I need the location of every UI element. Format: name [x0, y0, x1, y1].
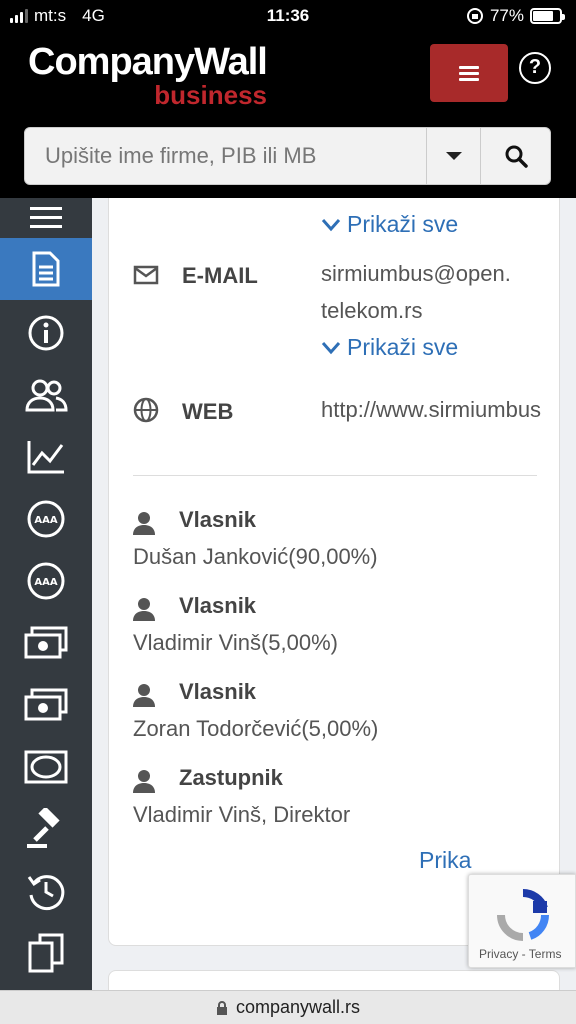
rotation-lock-icon [466, 8, 483, 24]
person-name[interactable]: Zoran Todorčević(5,00%) [133, 716, 378, 742]
user-icon [133, 512, 155, 535]
money-icon [24, 626, 68, 659]
bill-icon [24, 750, 68, 784]
user-icon [133, 684, 155, 707]
rating-aaa-icon: AAA [27, 500, 65, 538]
search-bar [24, 127, 551, 185]
status-bar: mt:s 4G 11:36 77% [0, 0, 576, 32]
show-all-label: Prikaži sve [347, 334, 459, 360]
companywall-logo[interactable]: CompanyWall business [28, 40, 273, 110]
money-icon [24, 688, 68, 721]
user-icon [133, 770, 155, 793]
sidebar-item-money-2[interactable] [0, 674, 92, 736]
bars-icon [30, 207, 62, 228]
sidebar-item-document[interactable] [0, 238, 92, 300]
document-icon [32, 251, 60, 287]
battery-icon [530, 8, 565, 24]
site-header: CompanyWall business ? [0, 32, 576, 198]
email-value-line2[interactable]: telekom.rs [321, 292, 422, 329]
sidebar-item-court[interactable] [0, 798, 92, 860]
show-more-link[interactable]: Prika [419, 847, 471, 874]
email-value-line1[interactable]: sirmiumbus@open. [321, 255, 511, 292]
search-button[interactable] [480, 128, 550, 184]
sidebar-item-people[interactable] [0, 364, 92, 426]
status-right: 77% [466, 6, 565, 26]
company-info-card: Prikaži sve E-MAIL sirmiumbus@open. tele… [108, 198, 560, 946]
sidebar-item-rating-1[interactable]: AAA [0, 488, 92, 550]
recaptcha-terms[interactable]: Privacy - Terms [479, 947, 561, 961]
show-all-label: Prikaži sve [347, 211, 459, 237]
caret-down-icon [445, 152, 462, 160]
sidebar-item-info[interactable] [0, 302, 92, 364]
globe-icon [133, 397, 159, 423]
users-icon [25, 379, 68, 412]
person-role: Vlasnik [179, 593, 257, 618]
sidebar-item-copy[interactable] [0, 922, 92, 984]
line-chart-icon [27, 441, 64, 474]
url-text: companywall.rs [235, 997, 361, 1017]
chevron-down-icon [321, 341, 341, 354]
recaptcha-badge[interactable]: Privacy - Terms [468, 874, 576, 968]
history-icon [27, 875, 65, 911]
sidebar-item-history[interactable] [0, 860, 92, 922]
sidebar: AAA AAA [0, 198, 92, 990]
sidebar-item-chart[interactable] [0, 426, 92, 488]
gavel-icon [27, 808, 60, 848]
person-role: Vlasnik [179, 679, 257, 704]
next-card [108, 970, 560, 990]
sidebar-item-money-1[interactable] [0, 612, 92, 674]
info-icon [28, 315, 64, 351]
main-content: Prikaži sve E-MAIL sirmiumbus@open. tele… [92, 198, 576, 990]
divider [133, 475, 537, 476]
person-role: Vlasnik [179, 507, 257, 532]
envelope-icon [133, 265, 159, 285]
hamburger-icon [459, 63, 479, 84]
person-role: Zastupnik [179, 765, 283, 790]
browser-url-bar[interactable]: companywall.rs [0, 990, 576, 1024]
recaptcha-icon [497, 888, 550, 941]
web-label: WEB [182, 399, 234, 424]
main-menu-button[interactable] [430, 44, 508, 102]
chevron-down-icon [321, 218, 341, 231]
svg-text:AAA: AAA [34, 577, 57, 588]
person-name[interactable]: Dušan Janković(90,00%) [133, 544, 378, 570]
user-icon [133, 598, 155, 621]
web-value[interactable]: http://www.sirmiumbus [321, 391, 541, 428]
copy-icon [28, 933, 64, 973]
battery-percent: 77% [489, 6, 524, 25]
rating-aaa-icon: AAA [27, 562, 65, 600]
help-icon[interactable]: ? [519, 52, 551, 84]
person-name[interactable]: Vladimir Vinš(5,00%) [133, 630, 338, 656]
search-input[interactable] [25, 128, 426, 184]
lock-icon [216, 1000, 227, 1015]
show-all-link[interactable]: Prikaži sve [321, 211, 458, 238]
search-icon [505, 145, 528, 168]
svg-text:AAA: AAA [34, 515, 57, 526]
sidebar-item-bill[interactable] [0, 736, 92, 798]
logo-subtext: business [154, 80, 267, 110]
sidebar-item-rating-2[interactable]: AAA [0, 550, 92, 612]
logo-text: CompanyWall [28, 41, 268, 83]
search-dropdown-button[interactable] [426, 128, 480, 184]
email-label: E-MAIL [182, 263, 258, 288]
show-all-email-link[interactable]: Prikaži sve [321, 334, 458, 361]
person-name[interactable]: Vladimir Vinš, Direktor [133, 802, 350, 828]
